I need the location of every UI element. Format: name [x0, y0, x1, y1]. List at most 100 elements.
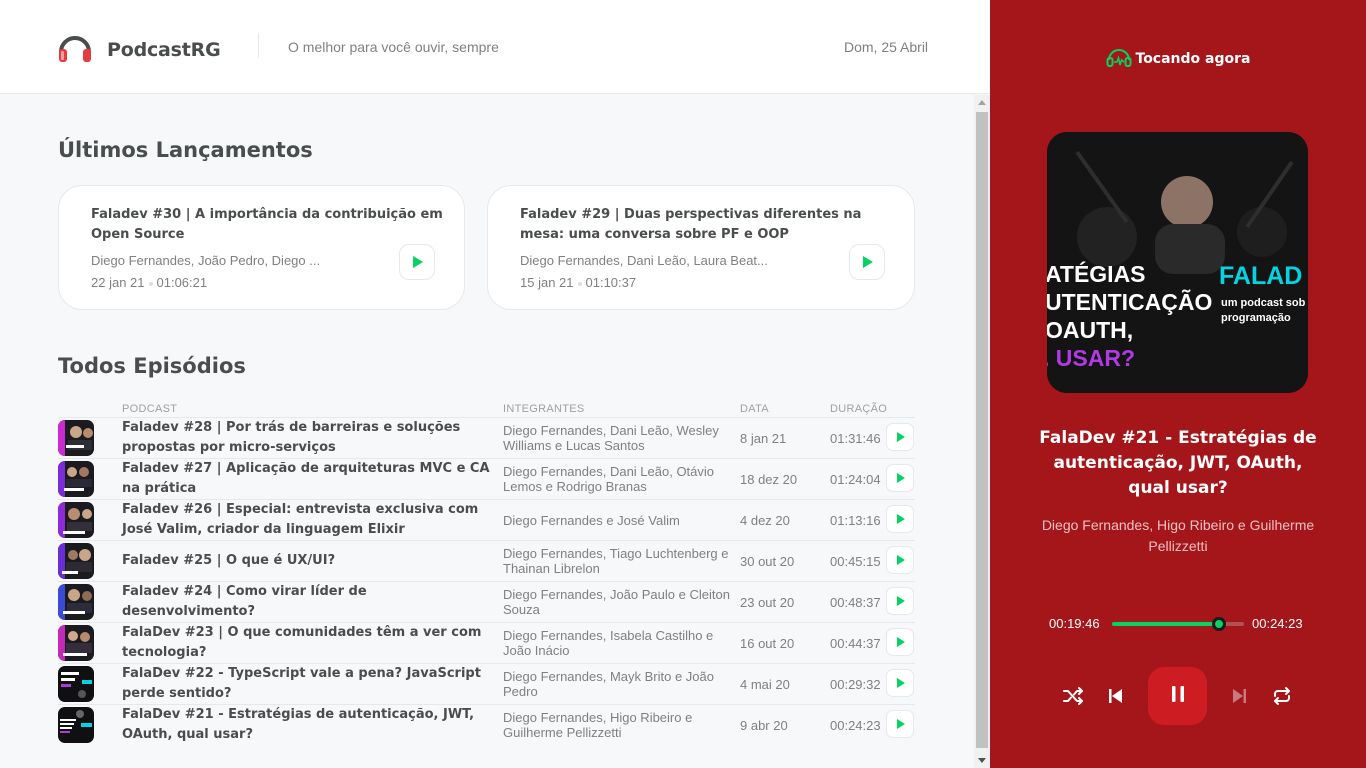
scroll-down-arrow-icon[interactable]	[978, 758, 986, 763]
episode-title[interactable]: Faladev #27 | Aplicação de arquiteturas …	[122, 459, 500, 499]
episode-duration: 01:31:46	[830, 430, 881, 446]
previous-button[interactable]	[1106, 686, 1126, 711]
table-row: Faladev #24 | Como virar líder de desenv…	[58, 581, 915, 622]
play-button[interactable]	[886, 546, 914, 574]
logo[interactable]: PodcastRG	[57, 30, 221, 69]
cover-subtitle-1: um podcast sob	[1221, 297, 1306, 309]
card-title[interactable]: Faladev #29 | Duas perspectivas diferent…	[520, 205, 895, 245]
scrollbar[interactable]	[974, 95, 990, 768]
episode-date: 9 abr 20	[740, 717, 788, 733]
play-button[interactable]	[886, 669, 914, 697]
play-button[interactable]	[886, 587, 914, 615]
play-button[interactable]	[849, 244, 885, 280]
scroll-thumb[interactable]	[976, 112, 988, 748]
separator-dot	[577, 281, 582, 286]
card-meta: 15 jan 21 01:10:37	[520, 275, 636, 290]
card-members: Diego Fernandes, Dani Leão, Laura Beat..…	[520, 253, 768, 268]
progress-handle[interactable]	[1212, 617, 1226, 631]
play-icon	[863, 256, 873, 268]
latest-releases-title: Últimos Lançamentos	[58, 138, 313, 162]
app-name: PodcastRG	[107, 38, 221, 61]
scroll-up-arrow-icon[interactable]	[978, 100, 986, 105]
episode-date: 16 out 20	[740, 635, 795, 651]
all-episodes-title: Todos Episódios	[58, 354, 246, 378]
play-icon	[897, 514, 905, 524]
play-icon	[413, 256, 423, 268]
episode-members: Diego Fernandes, João Paulo e Cleiton So…	[503, 587, 730, 617]
main-content: Últimos Lançamentos Faladev #30 | A impo…	[0, 95, 974, 768]
playing-episode-members: Diego Fernandes, Higo Ribeiro e Guilherm…	[1041, 517, 1315, 554]
episode-title[interactable]: FalaDev #23 | O que comunidades têm a ve…	[122, 623, 500, 663]
cover-line-1: ATÉGIAS	[1047, 260, 1146, 287]
cover-brand: FALAD	[1219, 262, 1302, 290]
pause-icon	[1169, 684, 1187, 709]
episode-title[interactable]: Faladev #28 | Por trás de barreiras e so…	[122, 418, 500, 458]
headphones-icon	[1106, 46, 1136, 72]
shuffle-button[interactable]	[1062, 685, 1084, 712]
card-meta: 22 jan 21 01:06:21	[91, 275, 207, 290]
play-icon	[897, 719, 905, 729]
cover-subtitle-2: programação	[1221, 312, 1291, 324]
pause-button[interactable]	[1148, 667, 1207, 725]
play-button[interactable]	[886, 464, 914, 492]
latest-card[interactable]: Faladev #29 | Duas perspectivas diferent…	[487, 185, 915, 310]
card-date: 22 jan 21	[91, 275, 145, 290]
episode-duration: 00:48:37	[830, 594, 881, 610]
play-button[interactable]	[886, 423, 914, 451]
play-icon	[897, 432, 905, 442]
episode-thumbnail	[58, 461, 94, 497]
episode-date: 8 jan 21	[740, 430, 787, 446]
episode-thumbnail	[58, 707, 94, 743]
play-icon	[897, 473, 905, 483]
play-icon	[897, 596, 905, 606]
playing-episode-title: FalaDev #21 - Estratégias de autenticaçã…	[1039, 428, 1317, 498]
next-button[interactable]	[1229, 686, 1249, 711]
episode-title[interactable]: FalaDev #22 - TypeScript vale a pena? Ja…	[122, 664, 500, 704]
episode-duration: 00:29:32	[830, 676, 881, 692]
episode-members: Diego Fernandes e José Valim	[503, 512, 680, 528]
episode-thumbnail	[58, 584, 94, 620]
episodes-table: PODCAST INTEGRANTES DATA DURAÇÃO Faladev…	[58, 403, 915, 745]
card-date: 15 jan 21	[520, 275, 574, 290]
header-divider	[258, 33, 259, 58]
previous-icon	[1106, 686, 1126, 711]
episode-title[interactable]: Faladev #24 | Como virar líder de desenv…	[122, 582, 500, 622]
latest-card[interactable]: Faladev #30 | A importância da contribui…	[58, 185, 465, 310]
episode-date: 23 out 20	[740, 594, 795, 610]
episode-duration: 01:24:04	[830, 471, 881, 487]
now-playing-label: Tocando agora	[1135, 51, 1251, 67]
card-members: Diego Fernandes, João Pedro, Diego ...	[91, 253, 321, 268]
episode-cover: ATÉGIAS UTENTICAÇÃO OAUTH, . USAR? FALAD…	[1047, 132, 1308, 393]
card-title[interactable]: Faladev #30 | A importância da contribui…	[91, 205, 451, 245]
play-button[interactable]	[886, 505, 914, 533]
episode-title[interactable]: FalaDev #21 - Estratégias de autenticaçã…	[122, 705, 500, 745]
episode-members: Diego Fernandes, Isabela Castilho e João…	[503, 628, 714, 658]
episode-thumbnail	[58, 420, 94, 456]
now-playing-header: Tocando agora	[990, 46, 1366, 72]
episode-thumbnail	[58, 502, 94, 538]
total-time: 00:24:23	[1252, 616, 1303, 631]
repeat-button[interactable]	[1271, 685, 1293, 712]
separator-dot	[148, 281, 153, 286]
episode-duration: 00:45:15	[830, 553, 881, 569]
tagline: O melhor para você ouvir, sempre	[288, 39, 499, 55]
table-row: FalaDev #21 - Estratégias de autenticaçã…	[58, 704, 915, 745]
card-duration: 01:06:21	[156, 275, 208, 290]
episode-title[interactable]: Faladev #26 | Especial: entrevista exclu…	[122, 500, 500, 540]
player-panel: Tocando agora ATÉGIAS UTENTICAÇÃO OAUTH,…	[990, 0, 1366, 768]
column-duration: DURAÇÃO	[830, 403, 888, 415]
episode-duration: 00:24:23	[830, 717, 881, 733]
play-button[interactable]	[886, 628, 914, 656]
table-row: Faladev #27 | Aplicação de arquiteturas …	[58, 458, 915, 499]
play-button[interactable]	[886, 710, 914, 738]
play-button[interactable]	[399, 244, 435, 280]
column-members: INTEGRANTES	[503, 403, 585, 415]
episode-date: 18 dez 20	[740, 471, 798, 487]
column-podcast: PODCAST	[122, 403, 178, 415]
table-row: Faladev #28 | Por trás de barreiras e so…	[58, 417, 915, 458]
shuffle-icon	[1062, 685, 1084, 712]
cover-line-3: OAUTH,	[1047, 317, 1133, 343]
table-row: Faladev #26 | Especial: entrevista exclu…	[58, 499, 915, 540]
episode-title[interactable]: Faladev #25 | O que é UX/UI?	[122, 541, 500, 581]
next-icon	[1229, 686, 1249, 711]
